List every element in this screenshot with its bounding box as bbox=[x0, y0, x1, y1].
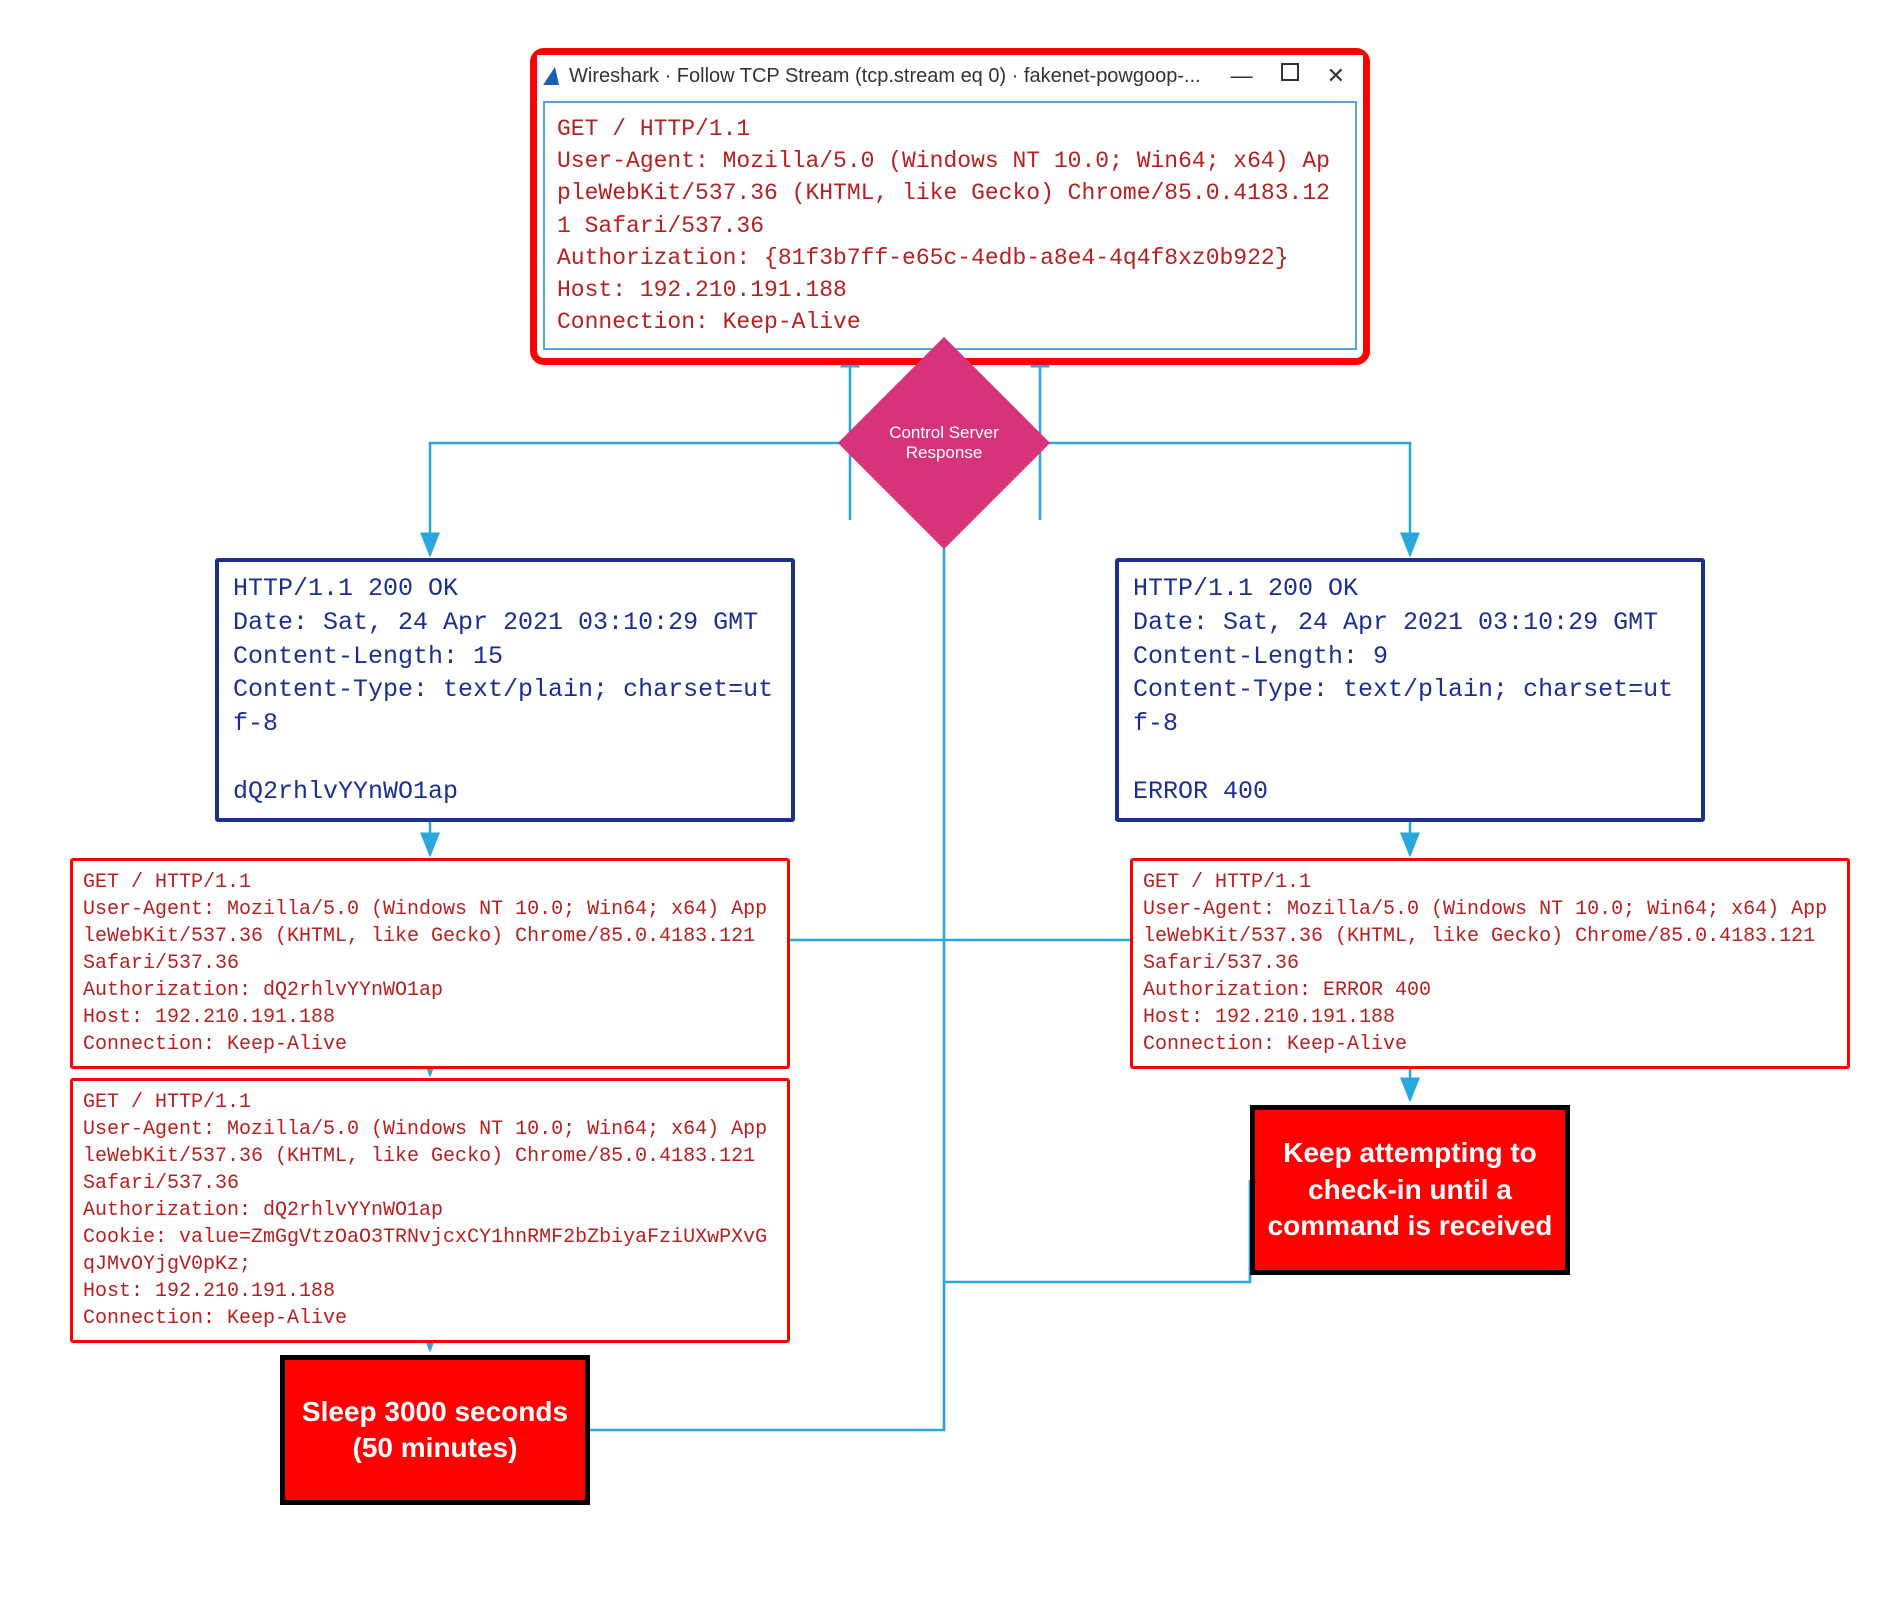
text-line: GET / HTTP/1.1 bbox=[557, 113, 1343, 145]
maximize-icon[interactable] bbox=[1281, 63, 1299, 81]
text-line: GET / HTTP/1.1 bbox=[83, 869, 777, 896]
left-action-box: Sleep 3000 seconds (50 minutes) bbox=[280, 1355, 590, 1505]
close-icon[interactable] bbox=[1327, 63, 1345, 89]
minimize-icon[interactable] bbox=[1231, 63, 1253, 89]
text-line: User-Agent: Mozilla/5.0 (Windows NT 10.0… bbox=[1143, 896, 1837, 977]
wireshark-window: Wireshark · Follow TCP Stream (tcp.strea… bbox=[530, 48, 1370, 365]
text-line: GET / HTTP/1.1 bbox=[1143, 869, 1837, 896]
text-line: User-Agent: Mozilla/5.0 (Windows NT 10.0… bbox=[83, 1116, 777, 1197]
text-line: Authorization: {81f3b7ff-e65c-4edb-a8e4-… bbox=[557, 242, 1343, 274]
text-line: HTTP/1.1 200 OK bbox=[1133, 572, 1687, 606]
text-line: Date: Sat, 24 Apr 2021 03:10:29 GMT bbox=[1133, 606, 1687, 640]
text-line: GET / HTTP/1.1 bbox=[83, 1089, 777, 1116]
text-line: Authorization: ERROR 400 bbox=[1143, 977, 1837, 1004]
left-request-1-box: GET / HTTP/1.1User-Agent: Mozilla/5.0 (W… bbox=[70, 858, 790, 1069]
text-line: Authorization: dQ2rhlvYYnWO1ap bbox=[83, 977, 777, 1004]
decision-diamond: Control Server Response bbox=[869, 368, 1019, 518]
text-line: Content-Length: 15 bbox=[233, 640, 777, 674]
text-line: Connection: Keep-Alive bbox=[83, 1305, 777, 1332]
text-line: Host: 192.210.191.188 bbox=[557, 274, 1343, 306]
text-line: Connection: Keep-Alive bbox=[1143, 1031, 1837, 1058]
left-response-box: HTTP/1.1 200 OKDate: Sat, 24 Apr 2021 03… bbox=[215, 558, 795, 822]
text-line: Connection: Keep-Alive bbox=[557, 306, 1343, 338]
text-line: HTTP/1.1 200 OK bbox=[233, 572, 777, 606]
text-line: Connection: Keep-Alive bbox=[83, 1031, 777, 1058]
text-line: Host: 192.210.191.188 bbox=[83, 1004, 777, 1031]
text-line: User-Agent: Mozilla/5.0 (Windows NT 10.0… bbox=[83, 896, 777, 977]
wireshark-icon bbox=[543, 67, 563, 85]
text-line: Content-Length: 9 bbox=[1133, 640, 1687, 674]
window-title: Wireshark · Follow TCP Stream (tcp.strea… bbox=[569, 65, 1231, 88]
text-line: Content-Type: text/plain; charset=utf-8 bbox=[233, 673, 777, 741]
text-line: Cookie: value=ZmGgVtzOaO3TRNvjcxCY1hnRMF… bbox=[83, 1224, 777, 1278]
window-titlebar: Wireshark · Follow TCP Stream (tcp.strea… bbox=[537, 55, 1363, 97]
right-action-box: Keep attempting to check-in until a comm… bbox=[1250, 1105, 1570, 1275]
right-response-box: HTTP/1.1 200 OKDate: Sat, 24 Apr 2021 03… bbox=[1115, 558, 1705, 822]
text-line: User-Agent: Mozilla/5.0 (Windows NT 10.0… bbox=[557, 145, 1343, 242]
initial-request-body: GET / HTTP/1.1User-Agent: Mozilla/5.0 (W… bbox=[543, 101, 1357, 350]
left-request-2-box: GET / HTTP/1.1User-Agent: Mozilla/5.0 (W… bbox=[70, 1078, 790, 1343]
decision-label: Control Server Response bbox=[869, 368, 1019, 518]
right-request-box: GET / HTTP/1.1User-Agent: Mozilla/5.0 (W… bbox=[1130, 858, 1850, 1069]
text-line: Date: Sat, 24 Apr 2021 03:10:29 GMT bbox=[233, 606, 777, 640]
text-line: ERROR 400 bbox=[1133, 775, 1687, 809]
text-line: Content-Type: text/plain; charset=utf-8 bbox=[1133, 673, 1687, 741]
text-line: Authorization: dQ2rhlvYYnWO1ap bbox=[83, 1197, 777, 1224]
text-line: Host: 192.210.191.188 bbox=[1143, 1004, 1837, 1031]
text-line: Host: 192.210.191.188 bbox=[83, 1278, 777, 1305]
text-line: dQ2rhlvYYnWO1ap bbox=[233, 775, 777, 809]
